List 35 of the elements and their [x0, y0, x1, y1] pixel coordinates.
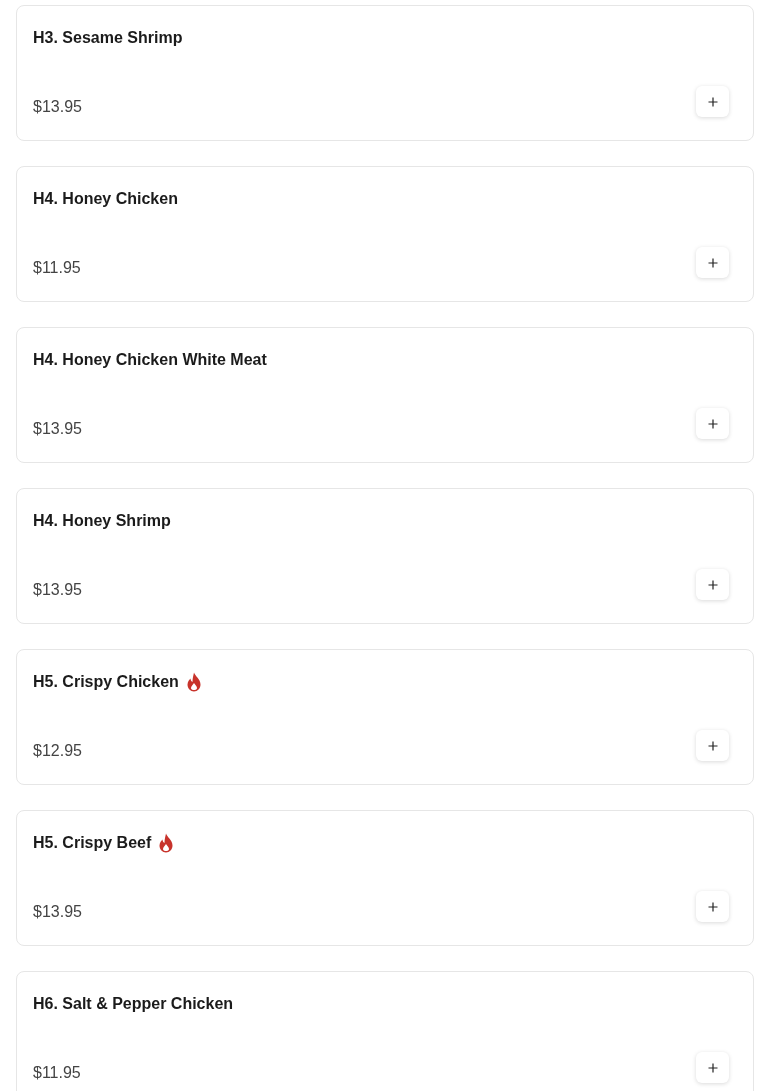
add-button[interactable]: [696, 86, 729, 117]
dish-name: H6. Salt & Pepper Chicken: [33, 995, 234, 1013]
dish-price: $13.95: [33, 903, 82, 921]
menu-card[interactable]: H4. Honey Chicken White Meat $13.95: [16, 327, 754, 463]
plus-icon: [707, 901, 718, 912]
dish-name: H3. Sesame Shrimp: [33, 29, 183, 47]
dish-price: $13.95: [33, 581, 82, 599]
dish-name: H5. Crispy Chicken: [33, 673, 179, 691]
menu-card[interactable]: H5. Crispy Chicken $12.95: [16, 649, 754, 785]
menu-card[interactable]: H3. Sesame Shrimp $13.95: [16, 5, 754, 141]
menu-card[interactable]: H6. Salt & Pepper Chicken $11.95: [16, 971, 754, 1091]
add-button[interactable]: [696, 569, 729, 600]
dish-name: H5. Crispy Beef: [33, 834, 152, 852]
dish-name: H4. Honey Shrimp: [33, 512, 171, 530]
add-button[interactable]: [696, 730, 729, 761]
add-button[interactable]: [696, 891, 729, 922]
dish-name: H4. Honey Chicken: [33, 190, 178, 208]
dish-name: H4. Honey Chicken White Meat: [33, 351, 267, 369]
menu-card[interactable]: H4. Honey Shrimp $13.95: [16, 488, 754, 624]
dish-price: $13.95: [33, 420, 82, 438]
dish-price: $12.95: [33, 742, 82, 760]
add-button[interactable]: [696, 408, 729, 439]
dish-price: $13.95: [33, 98, 82, 116]
menu-card[interactable]: H5. Crispy Beef $13.95: [16, 810, 754, 946]
add-button[interactable]: [696, 1052, 729, 1083]
plus-icon: [707, 1062, 718, 1073]
add-button[interactable]: [696, 247, 729, 278]
plus-icon: [707, 96, 718, 107]
plus-icon: [707, 579, 718, 590]
plus-icon: [707, 740, 718, 751]
dish-price: $11.95: [33, 1064, 81, 1082]
plus-icon: [707, 257, 718, 268]
plus-icon: [707, 418, 718, 429]
menu-card[interactable]: H4. Honey Chicken $11.95: [16, 166, 754, 302]
dish-price: $11.95: [33, 259, 81, 277]
